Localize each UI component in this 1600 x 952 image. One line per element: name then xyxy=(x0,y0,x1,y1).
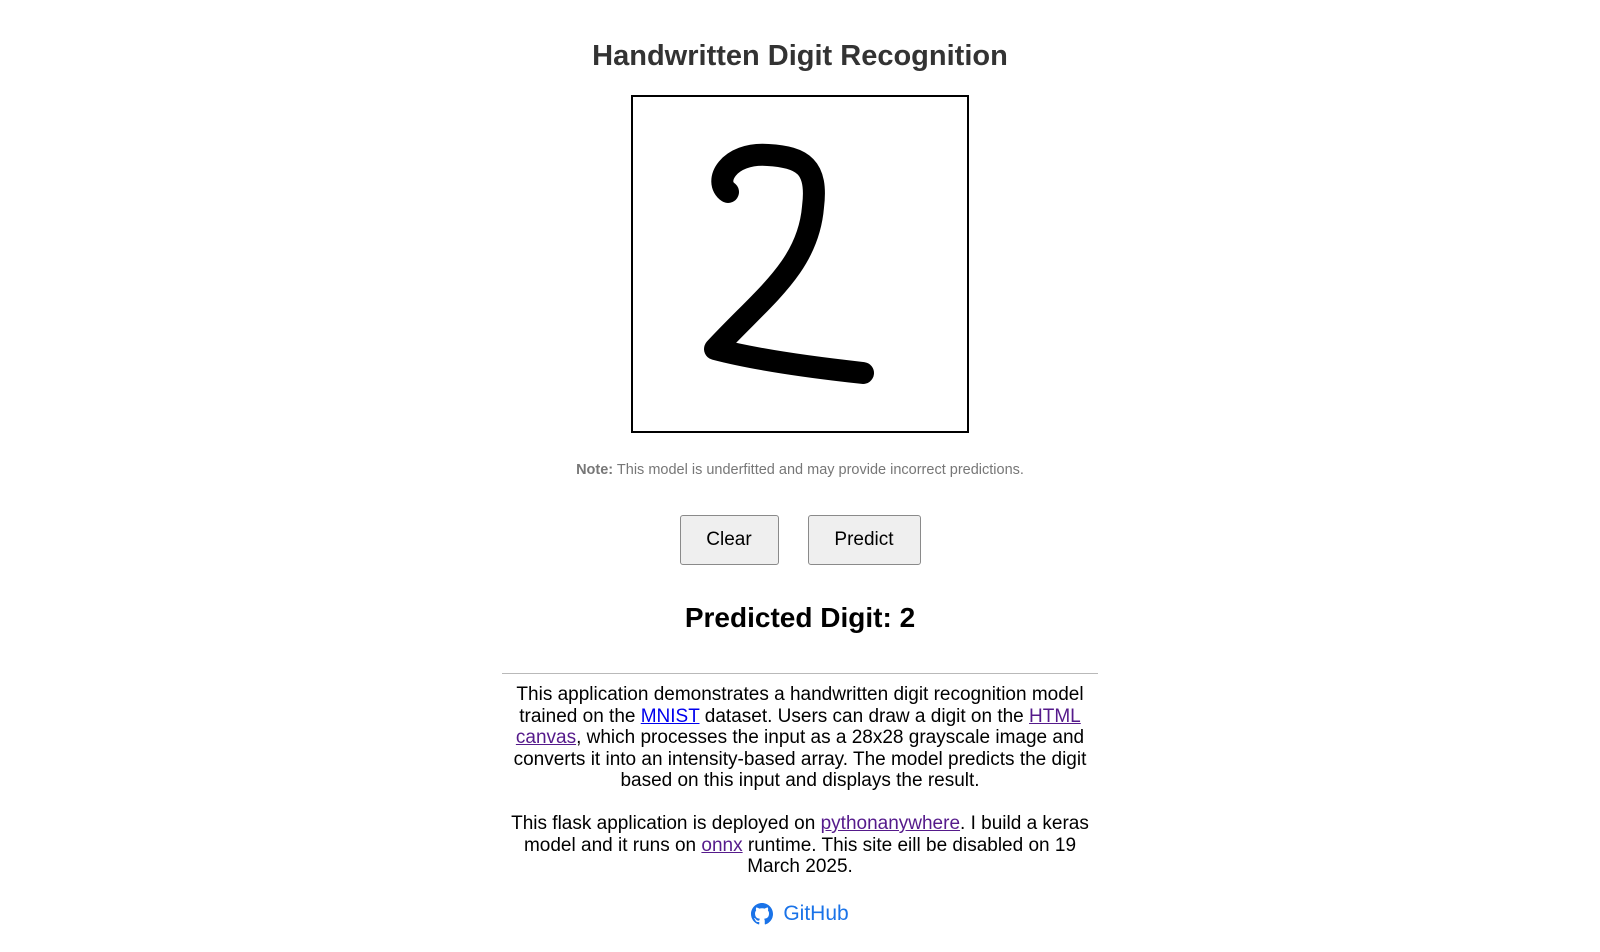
description: This application demonstrates a handwrit… xyxy=(502,684,1098,899)
desc-text: dataset. Users can draw a digit on the xyxy=(699,705,1030,727)
clear-button[interactable]: Clear xyxy=(679,515,779,565)
page-title: Handwritten Digit Recognition xyxy=(592,40,1008,72)
prediction-label: Predicted Digit: xyxy=(684,602,900,633)
divider xyxy=(502,673,1098,674)
desc-text: runtime. This site eill be disabled on 1… xyxy=(742,834,1077,878)
page: Handwritten Digit Recognition Note: This… xyxy=(0,0,1600,926)
desc-text: This flask application is deployed on xyxy=(511,813,821,834)
description-paragraph-1: This application demonstrates a handwrit… xyxy=(502,684,1098,792)
drawn-digit-stroke xyxy=(704,143,874,384)
onnx-link[interactable]: onnx xyxy=(701,835,742,856)
desc-text: , which processes the input as a 28x28 g… xyxy=(513,727,1087,791)
model-note: Note: This model is underfitted and may … xyxy=(576,461,1024,479)
github-link[interactable]: GitHub xyxy=(751,902,849,926)
github-label: GitHub xyxy=(783,902,849,925)
pythonanywhere-link[interactable]: pythonanywhere xyxy=(821,813,960,834)
drawing-canvas[interactable] xyxy=(631,95,969,433)
button-row: Clear Predict xyxy=(679,515,921,565)
description-paragraph-2: This flask application is deployed on py… xyxy=(502,813,1098,878)
github-icon xyxy=(751,903,774,925)
mnist-link[interactable]: MNIST xyxy=(641,706,700,727)
note-text: This model is underfitted and may provid… xyxy=(613,462,1024,478)
note-label: Note: xyxy=(576,462,614,478)
prediction-result: Predicted Digit: 2 xyxy=(685,601,915,635)
predict-button[interactable]: Predict xyxy=(807,515,921,565)
predicted-digit: 2 xyxy=(899,602,916,633)
